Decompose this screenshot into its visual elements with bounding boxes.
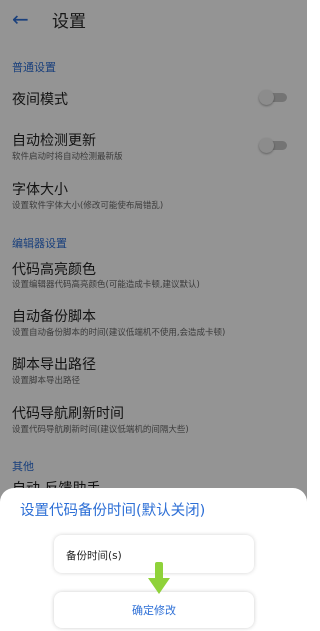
down-arrow-icon (148, 562, 170, 594)
backup-time-input-label: 备份时间(s) (66, 550, 122, 562)
confirm-button-label: 确定修改 (132, 604, 176, 617)
dialog-title: 设置代码备份时间(默认关闭) (20, 503, 206, 519)
settings-screen: ← 设置 普通设置 夜间模式 自动检测更新 软件启动时将自动检测最新版 字体大小… (0, 0, 307, 631)
confirm-button[interactable]: 确定修改 (54, 592, 254, 628)
